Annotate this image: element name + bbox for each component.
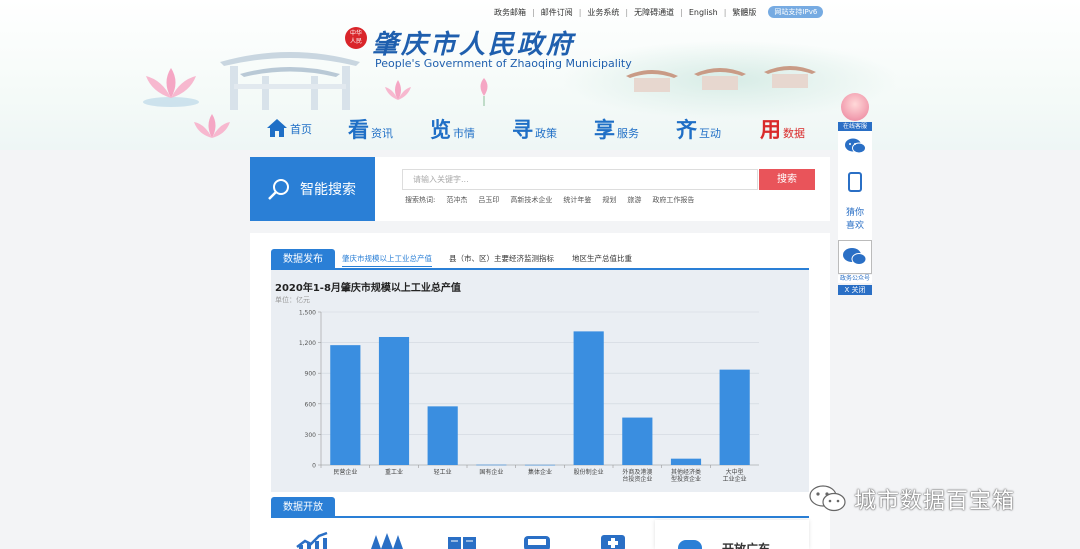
pavilion-illustration <box>764 66 816 88</box>
smart-search-label: 智能搜索 <box>250 157 375 221</box>
nav-service[interactable]: 享服务 <box>594 118 639 142</box>
lotus-illustration <box>385 80 411 100</box>
chart-bar <box>622 417 653 465</box>
chart-bar <box>670 458 702 465</box>
chart-bar <box>573 331 604 465</box>
x-tick-label: 台投资企业 <box>622 475 652 483</box>
cloud-icon <box>678 540 702 549</box>
chart-bar <box>476 464 507 466</box>
top-link-english[interactable]: English <box>683 8 724 17</box>
subtab-county-indicators[interactable]: 县（市、区）主要经济监测指标 <box>449 253 554 264</box>
hot-keywords: 搜索热词: 范冲杰 吕玉印 高新技术企业 统计年鉴 规划 旅游 政府工作报告 <box>405 195 695 205</box>
subtab-industrial-output[interactable]: 肇庆市规模以上工业总产值 <box>342 253 432 267</box>
search-icon <box>268 179 289 200</box>
x-tick-label: 工业企业 <box>723 475 747 483</box>
x-tick-label: 外商及港澳 <box>622 468 652 476</box>
trend-chart-icon[interactable] <box>295 531 329 549</box>
service-mascot[interactable] <box>841 93 869 121</box>
nav-data[interactable]: 用数据 <box>760 118 805 142</box>
x-tick-label: 型投资企业 <box>671 475 701 483</box>
wechat-icon <box>843 248 867 265</box>
x-tick-label: 民营企业 <box>333 468 357 476</box>
qr-label: 政务公众号 <box>838 275 872 283</box>
x-tick-label: 轻工业 <box>434 468 452 476</box>
hot-word[interactable]: 政府工作报告 <box>652 195 694 205</box>
pavilion-illustration <box>694 68 746 90</box>
search-button[interactable]: 搜索 <box>759 169 815 190</box>
lotus-illustration <box>143 68 199 107</box>
top-link-accessibility[interactable]: 无障碍通道 <box>628 7 680 18</box>
hot-word[interactable]: 高新技术企业 <box>510 195 552 205</box>
site-title[interactable]: 肇庆市人民政府 <box>372 24 575 61</box>
hot-word[interactable]: 旅游 <box>627 195 641 205</box>
close-float-button[interactable]: X 关闭 <box>838 285 872 295</box>
tab-data-release[interactable]: 数据发布 <box>271 249 335 270</box>
chart-bar <box>719 369 750 465</box>
guess-you-like[interactable]: 猜你喜欢 <box>838 207 872 233</box>
bus-icon[interactable] <box>520 531 554 549</box>
nav-interaction[interactable]: 齐互动 <box>676 118 721 142</box>
x-tick-label: 集体企业 <box>528 468 552 476</box>
top-link-mailbox[interactable]: 政务邮箱 <box>488 7 532 18</box>
bar-chart: 0 300 600 900 1,200 1,500 民营企业 重工业 轻工业 国有企业 集体企业 股份… <box>299 310 759 483</box>
nav-home[interactable]: 首页 <box>266 118 312 138</box>
main-nav: 首页 看资讯 览市情 寻政策 享服务 齐互动 用数据 <box>266 118 826 148</box>
y-tick-label: 1,500 <box>299 310 316 317</box>
x-tick-label: 其他经济类 <box>671 468 701 476</box>
hot-word[interactable]: 吕玉印 <box>478 195 499 205</box>
lotus-illustration <box>194 114 230 138</box>
chart-bar <box>378 336 410 465</box>
chart-bar <box>524 464 556 466</box>
chart-title: 2020年1-8月肇庆市规模以上工业总产值 <box>275 283 461 294</box>
y-tick-label: 300 <box>305 432 317 439</box>
top-link-traditional[interactable]: 繁體版 <box>726 7 762 18</box>
national-emblem-seal: 中华 人民 <box>345 27 367 49</box>
hot-word[interactable]: 统计年鉴 <box>563 195 591 205</box>
y-tick-label: 600 <box>305 401 317 408</box>
archway-illustration <box>220 52 360 110</box>
wechat-icon <box>809 485 846 512</box>
hot-word[interactable]: 规划 <box>602 195 616 205</box>
nav-news[interactable]: 看资讯 <box>348 118 393 142</box>
tab-underline <box>271 516 809 518</box>
tab-data-open[interactable]: 数据开放 <box>271 497 335 518</box>
nav-policy[interactable]: 寻政策 <box>512 118 557 142</box>
open-guangdong-label: 开放广东 <box>722 542 771 549</box>
x-tick-label: 重工业 <box>385 468 403 476</box>
chart-bar <box>330 345 361 465</box>
ipv6-badge: 网站支持IPv6 <box>768 6 824 18</box>
x-tick-label: 大中型 <box>726 468 744 476</box>
search-input[interactable] <box>402 169 758 190</box>
online-service-label[interactable]: 在线客服 <box>838 122 872 131</box>
wechat-icon[interactable] <box>844 137 866 155</box>
y-tick-label: 1,200 <box>299 340 316 347</box>
tab-underline <box>271 268 809 270</box>
top-links: 政务邮箱 | 邮件订阅 | 业务系统 | 无障碍通道 | English | 繁體版 网站… <box>488 6 824 18</box>
site-title-en: People's Government of Zhaoqing Municipa… <box>375 57 632 70</box>
top-link-systems[interactable]: 业务系统 <box>581 7 625 18</box>
x-tick-label: 股份制企业 <box>574 468 604 476</box>
wechat-watermark: 城市数据百宝箱 <box>808 483 1015 515</box>
y-tick-label: 0 <box>312 463 316 470</box>
x-tick-label: 国有企业 <box>479 468 503 476</box>
qr-code-image <box>838 240 872 274</box>
hospital-icon[interactable] <box>596 531 630 549</box>
book-icon[interactable] <box>445 531 479 549</box>
top-link-subscribe[interactable]: 邮件订阅 <box>535 7 579 18</box>
y-tick-label: 900 <box>305 371 317 378</box>
trees-icon[interactable] <box>370 531 404 549</box>
chart-bar <box>427 406 458 465</box>
nav-city[interactable]: 览市情 <box>430 118 475 142</box>
lotus-bud-illustration <box>480 78 488 106</box>
hot-word[interactable]: 范冲杰 <box>446 195 467 205</box>
subtab-gdp-share[interactable]: 地区生产总值比重 <box>572 253 632 264</box>
mobile-icon[interactable] <box>848 172 862 192</box>
home-icon <box>267 119 287 137</box>
